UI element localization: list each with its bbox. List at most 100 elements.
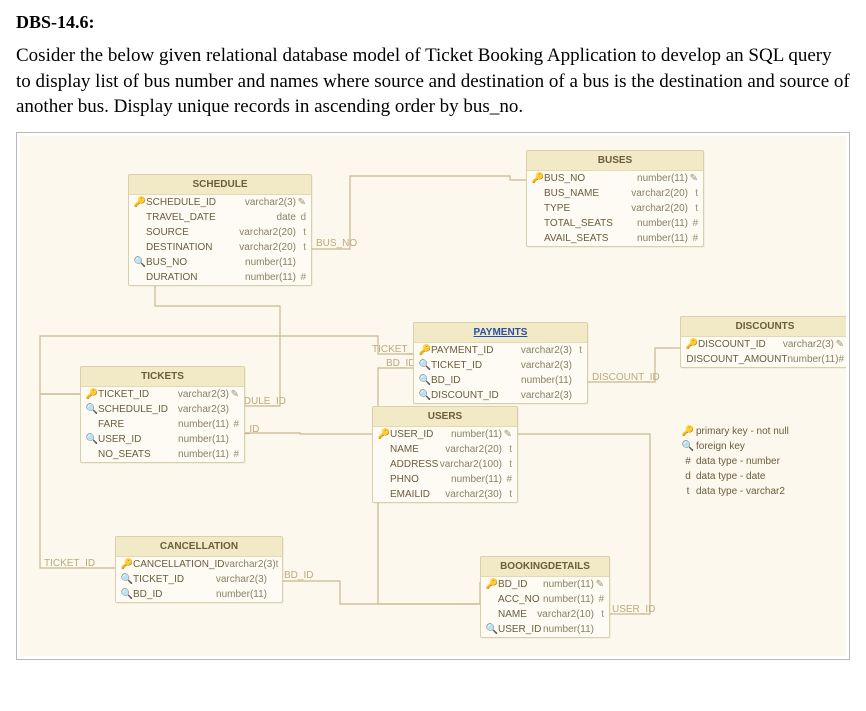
entity-users: USERS 🔑USER_IDnumber(11)✎NAMEvarchar2(20… [372, 406, 518, 503]
field-row: DESTINATIONvarchar2(20)t [129, 240, 311, 255]
field-name: BD_ID [431, 374, 521, 387]
entity-fields: 🔑PAYMENT_IDvarchar2(3)t🔍TICKET_IDvarchar… [414, 343, 587, 403]
field-flag: ✎ [594, 578, 604, 591]
entity-title: DISCOUNTS [681, 317, 846, 337]
field-type: varchar2(100) [440, 458, 502, 471]
field-type: varchar2(3) [178, 403, 229, 416]
entity-tickets: TICKETS 🔑TICKET_IDvarchar2(3)✎🔍SCHEDULE_… [80, 366, 245, 463]
field-flag: ✎ [688, 172, 698, 185]
field-name: PHNO [390, 473, 451, 486]
primary-key-icon: 🔑 [378, 428, 390, 441]
field-name: DURATION [146, 271, 245, 284]
field-type: number(11) [543, 578, 594, 591]
field-type: number(11) [637, 172, 688, 185]
field-type: varchar2(20) [445, 443, 502, 456]
field-type: number(11) [216, 588, 267, 601]
field-type: number(11) [637, 232, 688, 245]
entity-bookingdetails: BOOKINGDETAILS 🔑BD_IDnumber(11)✎ACC_NOnu… [480, 556, 610, 638]
field-name: EMAILID [390, 488, 445, 501]
entity-title: CANCELLATION [116, 537, 282, 557]
primary-key-icon: 🔑 [680, 426, 696, 437]
field-type: varchar2(30) [445, 488, 502, 501]
field-row: 🔍BD_IDnumber(11) [414, 373, 587, 388]
field-flag: ✎ [834, 338, 844, 351]
field-type: varchar2(20) [631, 187, 688, 200]
field-type: varchar2(3) [245, 196, 296, 209]
field-type: number(11) [543, 593, 594, 606]
field-name: NAME [390, 443, 445, 456]
field-type: number(11) [787, 353, 838, 366]
primary-key-icon: 🔑 [86, 388, 98, 401]
field-name: BUS_NO [544, 172, 637, 185]
field-name: TICKET_ID [431, 359, 521, 372]
entity-fields: 🔑DISCOUNT_IDvarchar2(3)✎DISCOUNT_AMOUNTn… [681, 337, 846, 367]
primary-key-icon: 🔑 [419, 344, 431, 357]
entity-fields: 🔑BUS_NOnumber(11)✎BUS_NAMEvarchar2(20)tT… [527, 171, 703, 246]
entity-fields: 🔑USER_IDnumber(11)✎NAMEvarchar2(20)tADDR… [373, 427, 517, 502]
entity-fields: 🔑TICKET_IDvarchar2(3)✎🔍SCHEDULE_IDvarcha… [81, 387, 244, 462]
field-flag: d [296, 211, 306, 224]
field-row: PHNOnumber(11)# [373, 472, 517, 487]
legend-label: data type - date [696, 471, 766, 482]
field-type: number(11) [451, 473, 502, 486]
field-flag: # [229, 448, 239, 461]
field-row: NO_SEATSnumber(11)# [81, 447, 244, 462]
field-row: AVAIL_SEATSnumber(11)# [527, 231, 703, 246]
field-row: 🔑BD_IDnumber(11)✎ [481, 577, 609, 592]
field-name: BUS_NAME [544, 187, 631, 200]
field-row: 🔍TICKET_IDvarchar2(3) [414, 358, 587, 373]
entity-title: BOOKINGDETAILS [481, 557, 609, 577]
field-name: BD_ID [133, 588, 216, 601]
entity-fields: 🔑SCHEDULE_IDvarchar2(3)✎TRAVEL_DATEdated… [129, 195, 311, 285]
field-row: BUS_NAMEvarchar2(20)t [527, 186, 703, 201]
field-type: varchar2(3) [225, 558, 276, 571]
field-name: DISCOUNT_ID [698, 338, 783, 351]
legend-number: # data type - number [680, 456, 789, 467]
foreign-key-icon: 🔍 [486, 623, 498, 636]
entity-cancellation: CANCELLATION 🔑CANCELLATION_IDvarchar2(3)… [115, 536, 283, 603]
field-flag: t [572, 344, 582, 357]
primary-key-icon: 🔑 [686, 338, 698, 351]
field-name: ADDRESS [390, 458, 440, 471]
field-name: CANCELLATION_ID [133, 558, 225, 571]
primary-key-icon: 🔑 [486, 578, 498, 591]
primary-key-icon: 🔑 [134, 196, 146, 209]
entity-discounts: DISCOUNTS 🔑DISCOUNT_IDvarchar2(3)✎DISCOU… [680, 316, 846, 368]
field-type: number(11) [451, 428, 502, 441]
field-name: BUS_NO [146, 256, 245, 269]
legend-label: primary key - not null [696, 426, 789, 437]
date-type-icon: d [680, 471, 696, 482]
field-row: NAMEvarchar2(10)t [481, 607, 609, 622]
field-row: DURATIONnumber(11)# [129, 270, 311, 285]
legend-label: data type - varchar2 [696, 486, 785, 497]
field-row: 🔍USER_IDnumber(11) [81, 432, 244, 447]
field-row: ACC_NOnumber(11)# [481, 592, 609, 607]
field-row: ADDRESSvarchar2(100)t [373, 457, 517, 472]
entity-fields: 🔑BD_IDnumber(11)✎ACC_NOnumber(11)#NAMEva… [481, 577, 609, 637]
question-id: DBS-14.6: [16, 12, 850, 33]
field-type: varchar2(10) [537, 608, 594, 621]
field-type: number(11) [543, 623, 594, 636]
field-flag: ✎ [296, 196, 306, 209]
field-name: NO_SEATS [98, 448, 178, 461]
field-row: 🔍BD_IDnumber(11) [116, 587, 282, 602]
field-type: number(11) [637, 217, 688, 230]
number-type-icon: # [680, 456, 696, 467]
field-type: date [277, 211, 296, 224]
field-type: number(11) [245, 271, 296, 284]
edge-payments-discount: DISCOUNT_ID [592, 372, 660, 383]
legend-label: foreign key [696, 441, 745, 452]
field-row: TRAVEL_DATEdated [129, 210, 311, 225]
entity-title[interactable]: PAYMENTS [414, 323, 587, 343]
foreign-key-icon: 🔍 [86, 403, 98, 416]
field-flag: # [688, 232, 698, 245]
foreign-key-icon: 🔍 [680, 441, 696, 452]
field-name: BD_ID [498, 578, 543, 591]
field-type: varchar2(20) [239, 226, 296, 239]
field-row: 🔍BUS_NOnumber(11) [129, 255, 311, 270]
field-row: 🔑USER_IDnumber(11)✎ [373, 427, 517, 442]
field-row: EMAILIDvarchar2(30)t [373, 487, 517, 502]
edge-cancel-ticket: TICKET_ID [44, 558, 95, 569]
field-name: SOURCE [146, 226, 239, 239]
field-row: TYPEvarchar2(20)t [527, 201, 703, 216]
